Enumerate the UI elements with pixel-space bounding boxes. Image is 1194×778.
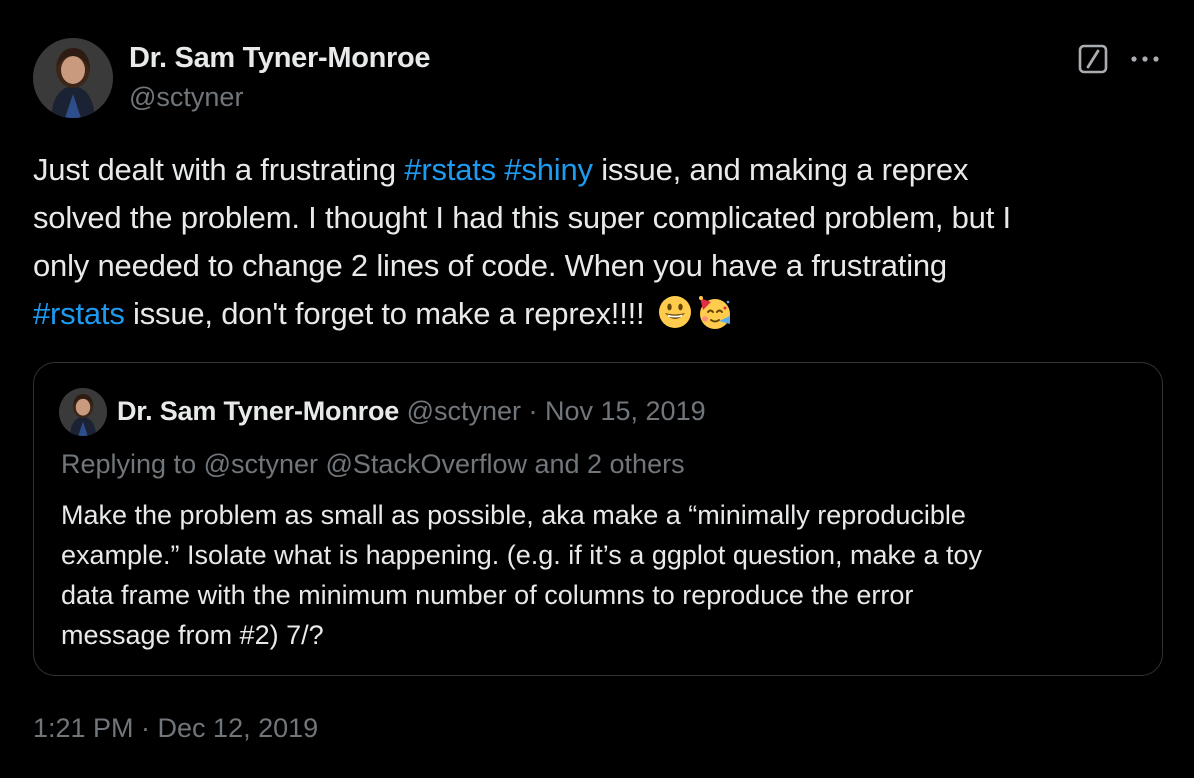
grok-button[interactable] [1076, 42, 1110, 76]
author-handle[interactable]: @sctyner [129, 82, 243, 113]
avatar-photo [59, 388, 107, 436]
tweet-line: #rstats issue, don't forget to make a re… [33, 290, 1173, 338]
grok-slash-icon [1078, 44, 1108, 74]
hashtag-rstats[interactable]: #rstats [404, 152, 496, 187]
quoted-author-name[interactable]: Dr. Sam Tyner-Monroe [117, 396, 399, 426]
tweet-line: only needed to change 2 lines of code. W… [33, 242, 1173, 290]
author-avatar[interactable] [33, 38, 113, 118]
tweet-text-segment: solved the problem. I thought I had this… [33, 200, 1011, 235]
tweet-line: Just dealt with a frustrating #rstats #s… [33, 146, 1173, 194]
tweet-text: Just dealt with a frustrating #rstats #s… [33, 146, 1173, 338]
partying-face-icon [697, 294, 733, 330]
tweet-text-segment: issue, and making a reprex [592, 152, 969, 187]
more-dots-icon [1131, 56, 1159, 62]
quoted-tweet-header: Dr. Sam Tyner-Monroe @sctyner · Nov 15, … [117, 396, 706, 427]
hashtag-rstats[interactable]: #rstats [33, 296, 125, 331]
tweet-text-segment: Just dealt with a frustrating [33, 152, 405, 187]
tweet-text-segment: only needed to change 2 lines of code. W… [33, 248, 947, 283]
author-name[interactable]: Dr. Sam Tyner-Monroe [129, 42, 431, 75]
tweet-line: solved the problem. I thought I had this… [33, 194, 1173, 242]
avatar-photo [33, 38, 113, 118]
quoted-text-line: example.” Isolate what is happening. (e.… [61, 540, 983, 570]
quoted-text-line: message from #2) 7/? [61, 620, 324, 650]
tweet-text-segment: issue, don't forget to make a reprex!!!! [124, 296, 653, 331]
grinning-face-icon [657, 294, 693, 330]
quoted-replying-to: Replying to @sctyner @StackOverflow and … [61, 449, 685, 479]
more-options-button[interactable] [1124, 42, 1166, 76]
quoted-text-line: Make the problem as small as possible, a… [61, 500, 966, 530]
quoted-tweet-text: Make the problem as small as possible, a… [61, 495, 1151, 655]
quoted-author-avatar[interactable] [59, 388, 107, 436]
tweet-timestamp[interactable]: 1:21 PM · Dec 12, 2019 [33, 713, 318, 744]
hashtag-shiny[interactable]: #shiny [504, 152, 593, 187]
quoted-author-meta: @sctyner · Nov 15, 2019 [399, 396, 706, 426]
quoted-text-line: data frame with the minimum number of co… [61, 580, 914, 610]
